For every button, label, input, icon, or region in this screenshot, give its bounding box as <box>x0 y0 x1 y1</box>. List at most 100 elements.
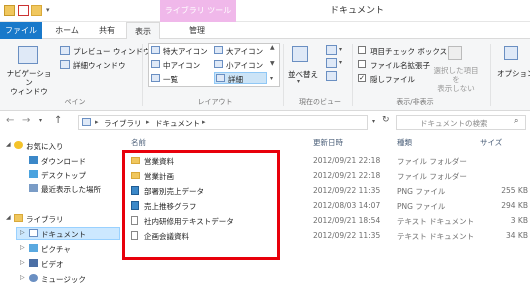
star-icon <box>14 141 23 149</box>
tab-manage[interactable]: 管理 <box>172 22 222 39</box>
show-hide-group-label: 表示/非表示 <box>396 98 434 106</box>
back-button-icon[interactable]: ← <box>6 115 14 126</box>
breadcrumb-documents[interactable]: ドキュメント <box>155 118 200 129</box>
small-icons-option[interactable]: 小アイコン <box>226 60 263 71</box>
file-size: 294 KB <box>501 201 528 210</box>
libraries-expand-icon[interactable]: ◢ <box>6 214 11 221</box>
music-icon <box>29 274 38 282</box>
ribbon-separator <box>283 44 284 106</box>
title-bar <box>0 0 530 22</box>
file-type: PNG ファイル <box>397 202 446 211</box>
forward-button-icon[interactable]: → <box>22 115 30 126</box>
file-type: テキスト ドキュメント <box>397 217 475 226</box>
nav-recent-places[interactable]: 最近表示した場所 <box>41 184 101 195</box>
details-pane-button[interactable]: 詳細ウィンドウ <box>73 60 126 71</box>
file-type: PNG ファイル <box>397 187 446 196</box>
group-by-icon[interactable] <box>326 45 337 55</box>
desktop-icon <box>29 170 38 178</box>
pane-group-label: ペイン <box>64 98 86 106</box>
sort-button[interactable]: 並べ替え <box>288 69 318 80</box>
pictures-expand-icon[interactable]: ▷ <box>20 244 25 251</box>
preview-pane-button[interactable]: プレビュー ウィンドウ <box>73 46 150 57</box>
nav-downloads[interactable]: ダウンロード <box>41 156 86 167</box>
new-folder-icon[interactable] <box>31 5 42 16</box>
nav-desktop[interactable]: デスクトップ <box>41 170 86 181</box>
library-icon <box>14 214 23 222</box>
extra-large-icons-option[interactable]: 特大アイコン <box>163 46 208 57</box>
preview-pane-icon <box>60 46 70 55</box>
address-history-dropdown-icon[interactable]: ▾ <box>372 118 375 125</box>
breadcrumb-chevron-icon[interactable]: ▸ <box>95 118 99 126</box>
library-icon <box>82 118 91 126</box>
medium-icons-option[interactable]: 中アイコン <box>163 60 200 71</box>
add-columns-icon[interactable] <box>326 58 337 68</box>
medium-icons-icon <box>151 60 160 68</box>
layout-scroll-down-icon[interactable]: ▼ <box>270 60 275 67</box>
nav-music[interactable]: ミュージック <box>41 274 86 285</box>
layout-scroll-up-icon[interactable]: ▲ <box>270 44 275 51</box>
nav-libraries[interactable]: ライブラリ <box>26 214 64 225</box>
file-type: ファイル フォルダー <box>397 172 467 181</box>
breadcrumb-libraries[interactable]: ライブラリ <box>104 118 142 129</box>
ribbon-separator <box>142 44 143 106</box>
large-icons-option[interactable]: 大アイコン <box>226 46 263 57</box>
options-button[interactable]: オプション <box>497 68 530 79</box>
sort-icon <box>292 46 308 62</box>
refresh-icon[interactable]: ↻ <box>382 115 390 125</box>
list-option[interactable]: 一覧 <box>163 74 178 85</box>
details-icon <box>216 74 225 82</box>
column-header-name[interactable]: 名前 <box>131 137 146 148</box>
add-columns-dropdown-icon[interactable]: ▾ <box>339 59 342 66</box>
library-tools-context-tab: ライブラリ ツール <box>160 0 236 22</box>
options-icon <box>504 46 518 60</box>
tab-view[interactable]: 表示 <box>126 22 160 40</box>
nav-videos[interactable]: ビデオ <box>41 259 64 270</box>
videos-icon <box>29 259 38 267</box>
nav-favorites[interactable]: お気に入り <box>26 141 64 152</box>
details-option[interactable]: 詳細 <box>228 74 243 85</box>
file-extension-toggle[interactable] <box>358 60 366 68</box>
tab-home[interactable]: ホーム <box>47 22 87 39</box>
sort-dropdown-icon[interactable]: ▾ <box>297 78 300 85</box>
breadcrumb-chevron-icon[interactable]: ▸ <box>146 118 150 126</box>
item-checkbox-label: 項目チェック ボックス <box>370 47 448 56</box>
download-icon <box>29 156 38 164</box>
favorites-expand-icon[interactable]: ◢ <box>6 141 11 148</box>
file-size: 3 KB <box>510 216 528 225</box>
breadcrumb-chevron-icon[interactable]: ▸ <box>202 118 206 126</box>
navigation-pane-button[interactable]: ナビゲーション ウィンドウ <box>6 69 52 96</box>
documents-expand-icon[interactable]: ▷ <box>20 229 25 236</box>
column-header-type[interactable]: 種類 <box>397 137 412 148</box>
up-button-icon[interactable]: ↑ <box>54 115 62 126</box>
large-icons-icon <box>214 46 223 54</box>
nav-pictures[interactable]: ピクチャ <box>41 244 71 255</box>
size-columns-icon[interactable] <box>326 71 337 81</box>
hidden-files-toggle[interactable]: ✓ <box>358 74 366 82</box>
file-modified: 2012/08/03 14:07 <box>313 201 381 210</box>
file-type: テキスト ドキュメント <box>397 232 475 241</box>
ribbon-separator <box>490 44 491 106</box>
file-modified: 2012/09/21 22:18 <box>313 171 381 180</box>
properties-icon[interactable] <box>18 5 29 16</box>
search-icon[interactable]: ⌕ <box>514 116 518 126</box>
column-header-size[interactable]: サイズ <box>480 137 502 148</box>
navigation-pane-icon <box>18 46 38 64</box>
layout-more-icon[interactable]: ▾ <box>270 75 273 82</box>
item-checkbox-toggle[interactable] <box>358 46 366 54</box>
recent-locations-icon[interactable]: ▾ <box>39 117 42 124</box>
column-header-modified[interactable]: 更新日時 <box>313 137 343 148</box>
qat-dropdown-icon[interactable]: ▾ <box>46 6 50 14</box>
hidden-files-label: 隠しファイル <box>370 75 415 84</box>
nav-documents[interactable]: ドキュメント <box>41 229 86 240</box>
file-modified: 2012/09/22 11:35 <box>313 186 381 195</box>
hide-selected-button[interactable]: 選択した項目を 表示しない <box>430 66 482 93</box>
tab-file[interactable]: ファイル <box>0 22 42 39</box>
recent-places-icon <box>29 184 38 192</box>
ribbon-separator <box>352 44 353 106</box>
group-by-dropdown-icon[interactable]: ▾ <box>339 46 342 53</box>
tab-share[interactable]: 共有 <box>90 22 124 39</box>
videos-expand-icon[interactable]: ▷ <box>20 259 25 266</box>
music-expand-icon[interactable]: ▷ <box>20 274 25 281</box>
context-tab-label: ライブラリ ツール <box>164 6 232 15</box>
file-modified: 2012/09/22 11:35 <box>313 231 381 240</box>
